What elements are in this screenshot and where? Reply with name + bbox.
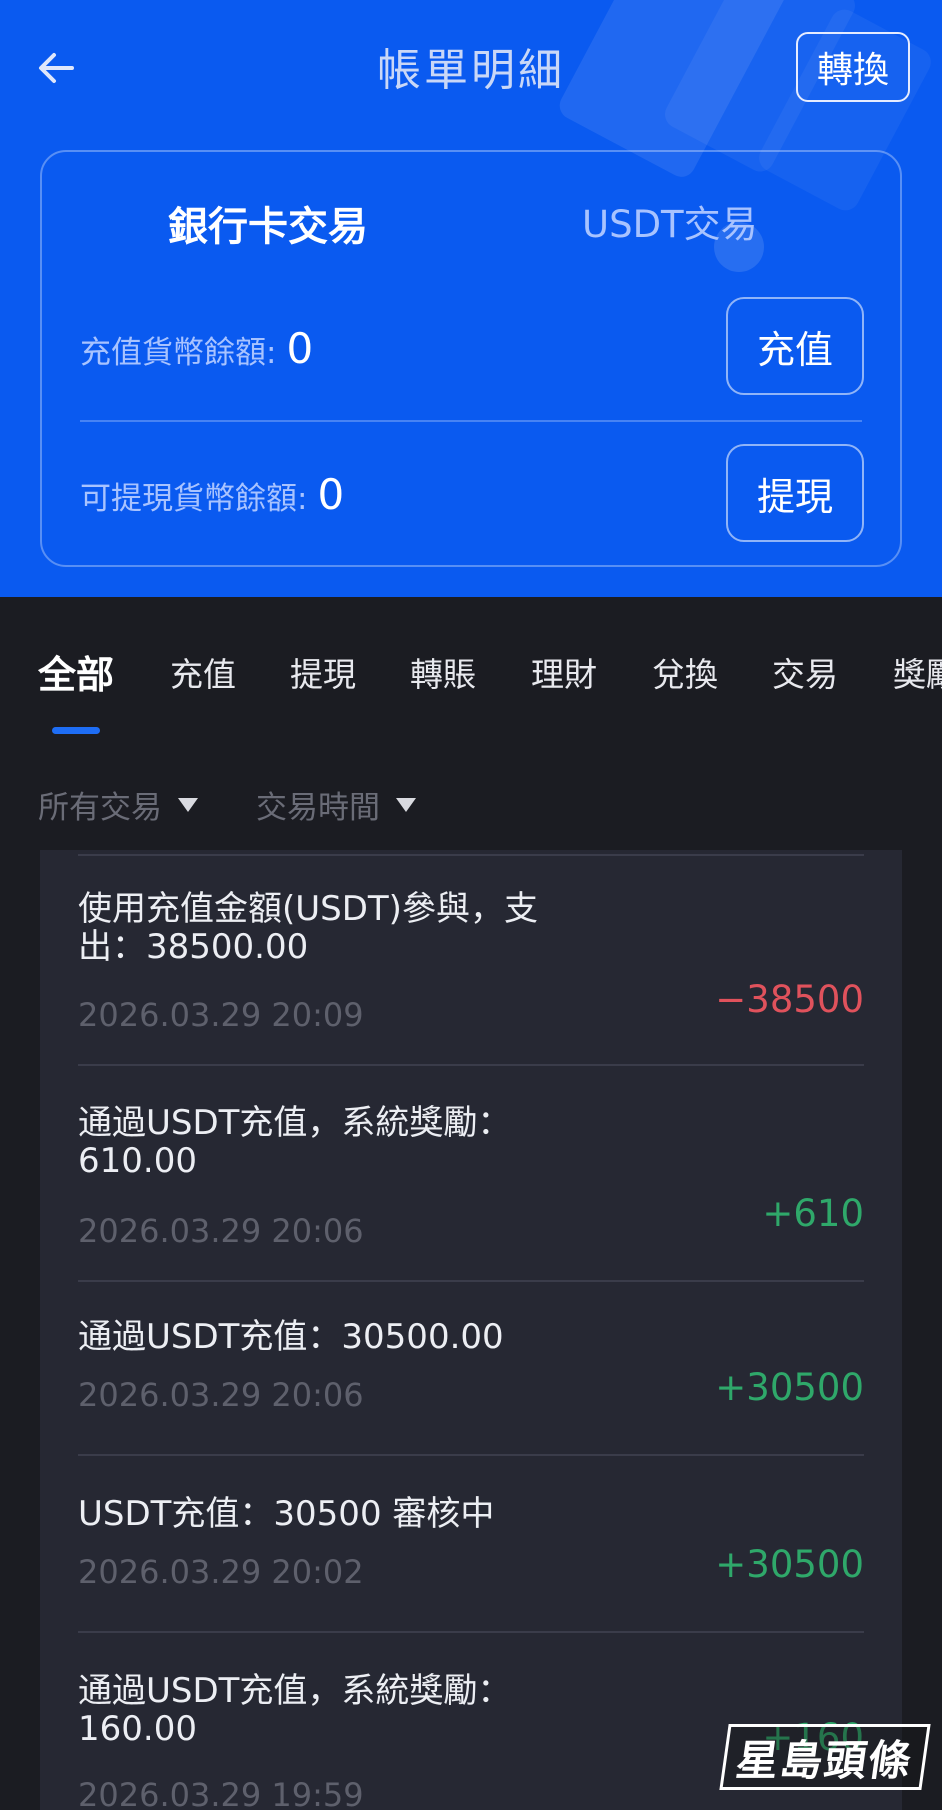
tab-all[interactable]: 全部 — [38, 644, 114, 699]
tab-withdraw[interactable]: 提現 — [290, 648, 356, 696]
deposit-balance-value: 0 — [286, 324, 314, 373]
transaction-description: USDT充值：30500 審核中 — [78, 1494, 495, 1534]
transaction-time: 2026.03.29 20:02 — [78, 1553, 364, 1591]
tab-usdt-transactions[interactable]: USDT交易 — [582, 194, 758, 248]
withdraw-balance-label: 可提現貨幣餘額: — [80, 481, 308, 517]
caret-down-icon — [396, 797, 416, 812]
category-tabs: 全部 充值 提現 轉賬 理財 兌換 交易 獎勵 — [0, 640, 942, 710]
tab-transfer[interactable]: 轉賬 — [410, 648, 476, 696]
balance-card: 銀行卡交易 USDT交易 充值貨幣餘額: 0 充值 可提現貨幣餘額: 0 提現 — [40, 150, 902, 567]
withdraw-balance: 可提現貨幣餘額: 0 — [80, 470, 344, 519]
deposit-button[interactable]: 充值 — [726, 297, 864, 395]
transaction-time: 2026.03.29 19:59 — [78, 1776, 364, 1810]
list-item[interactable]: 使用充值金額(USDT)參與，支出：38500.00 2026.03.29 20… — [78, 890, 864, 1066]
transaction-type-label: 所有交易 — [38, 790, 162, 826]
tab-trade[interactable]: 交易 — [772, 648, 838, 696]
transaction-amount: +30500 — [715, 1543, 864, 1586]
tab-wealth[interactable]: 理財 — [531, 648, 597, 696]
transaction-type-filter[interactable]: 所有交易 — [38, 782, 198, 827]
transaction-time: 2026.03.29 20:06 — [78, 1376, 364, 1414]
list-item[interactable]: 通過USDT充值，系統獎勵：610.00 2026.03.29 20:06 +6… — [78, 1104, 864, 1282]
transaction-list: 使用充值金額(USDT)參與，支出：38500.00 2026.03.29 20… — [40, 850, 902, 1810]
transaction-description: 通過USDT充值：30500.00 — [78, 1317, 504, 1357]
transaction-time: 2026.03.29 20:09 — [78, 996, 364, 1034]
withdraw-balance-value: 0 — [317, 470, 345, 519]
divider — [80, 420, 862, 422]
transaction-amount: +30500 — [715, 1366, 864, 1409]
divider — [78, 854, 864, 856]
withdraw-button[interactable]: 提現 — [726, 444, 864, 542]
tab-bank-card-transactions[interactable]: 銀行卡交易 — [168, 194, 368, 252]
caret-down-icon — [178, 797, 198, 812]
active-tab-indicator — [52, 727, 100, 734]
transaction-time: 2026.03.29 20:06 — [78, 1212, 364, 1250]
tab-exchange[interactable]: 兌換 — [652, 648, 718, 696]
transaction-amount: +610 — [762, 1192, 864, 1235]
convert-button[interactable]: 轉換 — [796, 32, 910, 102]
transaction-description: 通過USDT充值，系統獎勵：160.00 — [78, 1671, 512, 1749]
transaction-time-filter[interactable]: 交易時間 — [256, 782, 416, 827]
deposit-balance: 充值貨幣餘額: 0 — [80, 324, 313, 373]
list-item[interactable]: 通過USDT充值：30500.00 2026.03.29 20:06 +3050… — [78, 1318, 864, 1456]
transaction-description: 使用充值金額(USDT)參與，支出：38500.00 — [78, 889, 538, 967]
transaction-amount: −38500 — [715, 978, 864, 1021]
header: 帳單明細 轉換 銀行卡交易 USDT交易 充值貨幣餘額: 0 充值 可提現貨幣餘… — [0, 0, 942, 597]
watermark-logo: 星島頭條 — [719, 1724, 931, 1790]
transaction-time-label: 交易時間 — [256, 790, 380, 826]
tab-deposit[interactable]: 充值 — [170, 648, 236, 696]
deposit-balance-label: 充值貨幣餘額: — [80, 335, 277, 371]
list-item[interactable]: USDT充值：30500 審核中 2026.03.29 20:02 +30500 — [78, 1495, 864, 1633]
tab-reward[interactable]: 獎勵 — [893, 648, 942, 696]
transaction-description: 通過USDT充值，系統獎勵：610.00 — [78, 1103, 512, 1181]
